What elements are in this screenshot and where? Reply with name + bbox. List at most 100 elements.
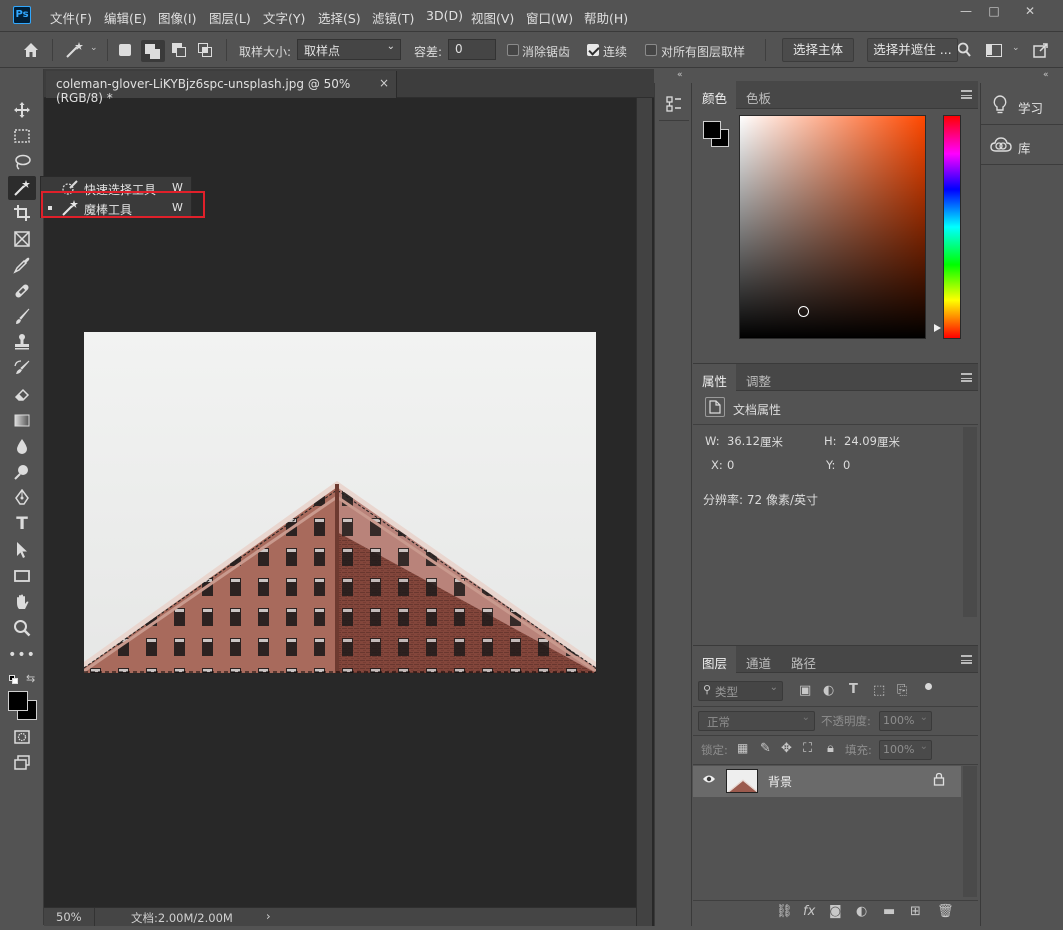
hand-tool-icon[interactable] <box>10 591 34 613</box>
adjustment-layer-icon[interactable]: ◐ <box>856 904 867 919</box>
dodge-tool-icon[interactable] <box>10 461 34 483</box>
tab-swatches[interactable]: 色板 <box>737 81 780 109</box>
x-value[interactable]: 0 <box>727 458 734 472</box>
pixel-layer-filter-icon[interactable]: ▣ <box>799 683 811 698</box>
new-selection-icon[interactable] <box>119 44 131 56</box>
tab-properties[interactable]: 属性 <box>693 364 737 392</box>
clone-stamp-tool-icon[interactable] <box>10 331 34 353</box>
lock-artboard-icon[interactable]: ⛶ <box>803 741 812 756</box>
menu-window[interactable]: 窗口(W) <box>526 8 573 27</box>
lasso-tool-icon[interactable] <box>10 151 34 173</box>
hue-slider[interactable] <box>943 115 961 339</box>
screen-mode-icon[interactable] <box>10 752 34 774</box>
path-selection-tool-icon[interactable] <box>10 539 34 561</box>
color-picker-cursor[interactable] <box>798 306 809 317</box>
history-brush-tool-icon[interactable] <box>10 357 34 379</box>
canvas-image[interactable] <box>84 332 596 673</box>
delete-layer-icon[interactable]: 🗑︎ <box>937 904 954 919</box>
tab-paths[interactable]: 路径 <box>782 646 825 674</box>
sample-size-select[interactable]: 取样点 ⌄ <box>297 39 401 60</box>
default-colors-icon[interactable] <box>9 675 18 684</box>
blur-tool-icon[interactable] <box>10 435 34 457</box>
blend-mode-select[interactable]: 正常 ⌄ <box>698 711 815 731</box>
swap-colors-icon[interactable]: ⇆ <box>26 672 35 685</box>
type-layer-filter-icon[interactable]: T <box>849 682 858 697</box>
lock-all-icon[interactable]: 🔒︎ <box>827 741 834 756</box>
shape-layer-filter-icon[interactable]: ⬚ <box>873 683 885 698</box>
properties-scrollbar[interactable] <box>963 427 977 617</box>
frame-tool-icon[interactable] <box>10 228 34 250</box>
menu-3d[interactable]: 3D(D) <box>426 8 463 23</box>
magic-wand-tool-icon[interactable] <box>8 176 36 200</box>
menu-layer[interactable]: 图层(L) <box>209 8 251 27</box>
menu-type[interactable]: 文字(Y) <box>263 8 305 27</box>
close-tab-icon[interactable]: × <box>379 76 389 90</box>
tab-channels[interactable]: 通道 <box>737 646 780 674</box>
panel-menu-icon[interactable] <box>961 655 972 664</box>
adjustment-layer-filter-icon[interactable]: ◐ <box>823 683 834 698</box>
add-mask-icon[interactable]: ◙ <box>829 904 842 919</box>
lock-transparency-icon[interactable]: ▦ <box>737 741 748 755</box>
menu-file[interactable]: 文件(F) <box>50 8 92 27</box>
search-icon[interactable] <box>957 42 972 61</box>
menu-select[interactable]: 选择(S) <box>318 8 361 27</box>
marquee-tool-icon[interactable] <box>10 125 34 147</box>
lock-pixels-icon[interactable]: ✎ <box>760 741 771 756</box>
minimize-button[interactable]: — <box>955 4 977 20</box>
history-icon[interactable] <box>659 87 689 121</box>
layer-filter-select[interactable]: ⚲ 类型 ⌄ <box>698 681 783 701</box>
share-icon[interactable] <box>1033 42 1049 61</box>
chevron-down-icon[interactable]: ⌄ <box>90 43 98 53</box>
menu-edit[interactable]: 编辑(E) <box>104 8 147 27</box>
color-foreground-swatch[interactable] <box>703 121 721 139</box>
intersect-selection-icon[interactable] <box>198 43 214 59</box>
smart-object-filter-icon[interactable]: ⎘ <box>897 683 907 698</box>
antialias-checkbox[interactable] <box>507 44 519 56</box>
width-value[interactable]: 36.12 <box>727 434 760 448</box>
new-layer-icon[interactable]: ⊞ <box>910 904 921 919</box>
more-tools-icon[interactable]: ••• <box>8 644 35 666</box>
new-group-icon[interactable]: ▬ <box>883 904 895 919</box>
menu-help[interactable]: 帮助(H) <box>584 8 628 27</box>
layer-row[interactable]: 背景 <box>693 766 961 797</box>
healing-brush-tool-icon[interactable] <box>10 280 34 302</box>
lock-position-icon[interactable]: ✥ <box>781 741 792 756</box>
tolerance-input[interactable]: 0 <box>448 39 496 60</box>
panel-menu-icon[interactable] <box>961 90 972 99</box>
tab-color[interactable]: 颜色 <box>693 81 737 109</box>
eraser-tool-icon[interactable] <box>10 383 34 405</box>
tab-adjustments[interactable]: 调整 <box>737 364 780 392</box>
layer-style-fx-icon[interactable]: fx <box>803 904 815 919</box>
zoom-tool-icon[interactable] <box>10 617 34 639</box>
filter-toggle-icon[interactable] <box>925 683 932 690</box>
gradient-tool-icon[interactable] <box>10 409 34 431</box>
opacity-input[interactable]: 100% ⌄ <box>879 711 932 731</box>
contiguous-checkbox[interactable] <box>587 44 599 56</box>
crop-tool-icon[interactable] <box>10 202 34 224</box>
close-button[interactable]: ✕ <box>1019 4 1041 20</box>
learn-panel-button[interactable]: 学习 <box>981 85 1063 125</box>
vertical-scrollbar[interactable] <box>636 98 652 926</box>
add-to-selection-icon[interactable] <box>141 40 165 62</box>
height-value[interactable]: 24.09 <box>844 434 877 448</box>
type-tool-icon[interactable]: T <box>10 513 34 535</box>
panel-menu-icon[interactable] <box>961 373 972 382</box>
libraries-panel-button[interactable]: 库 <box>981 125 1063 165</box>
sample-all-layers-checkbox[interactable] <box>645 44 657 56</box>
menu-filter[interactable]: 滤镜(T) <box>372 8 414 27</box>
color-picker-field[interactable] <box>739 115 926 339</box>
layers-scrollbar[interactable] <box>963 766 977 897</box>
rectangle-tool-icon[interactable] <box>10 565 34 587</box>
move-tool-icon[interactable] <box>10 99 34 121</box>
layer-name[interactable]: 背景 <box>768 773 792 790</box>
link-layers-icon[interactable]: ⛓ <box>776 904 793 919</box>
pen-tool-icon[interactable] <box>10 487 34 509</box>
magic-wand-preset-icon[interactable] <box>64 40 86 63</box>
y-value[interactable]: 0 <box>843 458 850 472</box>
zoom-level[interactable]: 50% <box>56 910 82 924</box>
maximize-button[interactable]: □ <box>983 4 1005 20</box>
quick-mask-icon[interactable] <box>10 726 34 748</box>
hue-slider-handle[interactable] <box>934 324 941 332</box>
menu-image[interactable]: 图像(I) <box>158 8 196 27</box>
status-menu-arrow[interactable]: › <box>266 909 271 923</box>
